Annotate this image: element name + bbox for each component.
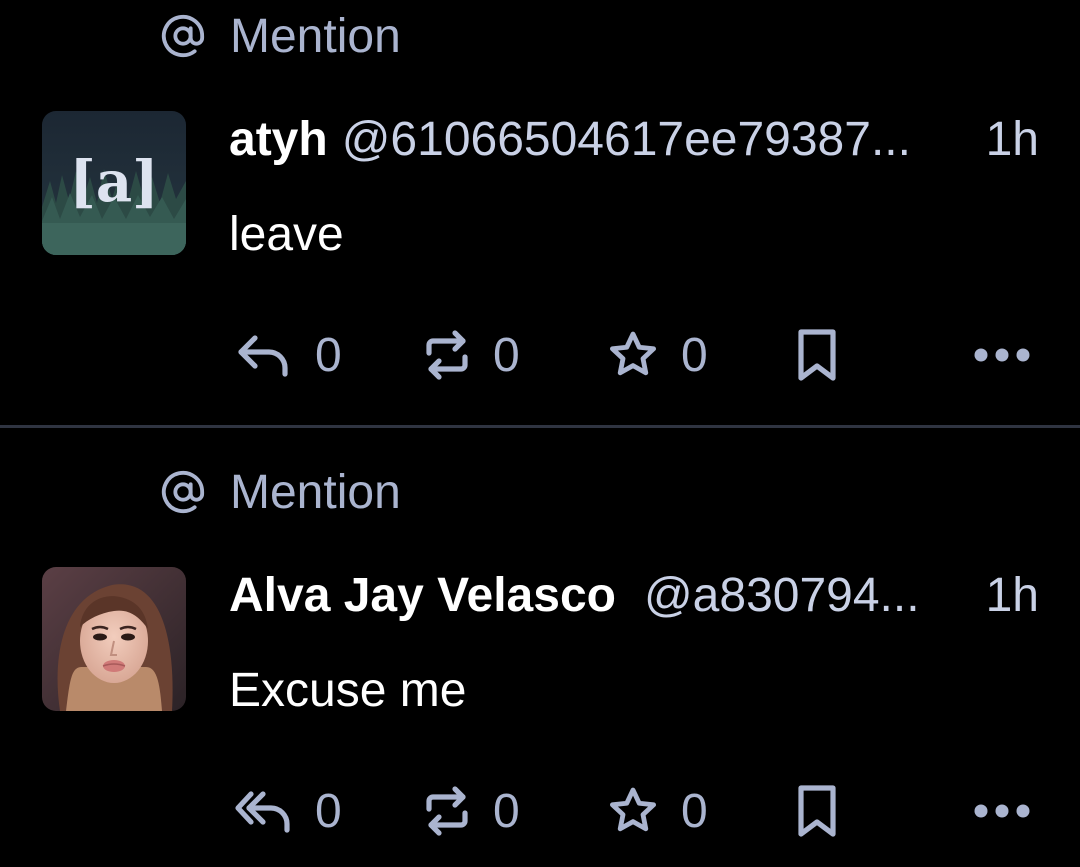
- boost-icon: [423, 785, 471, 837]
- reply-count: 0: [315, 328, 342, 382]
- status-actions: 0 0 0: [229, 781, 1039, 841]
- notification-type: Mention: [160, 462, 401, 522]
- status-header: atyh @61066504617ee79387... 1h: [229, 112, 1039, 167]
- reply-all-icon: [235, 786, 293, 836]
- reply-button[interactable]: 0: [235, 325, 342, 385]
- at-icon: [160, 13, 206, 59]
- notification-item[interactable]: Mention Alva Jay Velasco @a830794... 1h …: [0, 428, 1080, 867]
- display-name[interactable]: atyh: [229, 112, 328, 167]
- favourite-button[interactable]: 0: [607, 781, 708, 841]
- notifications-timeline: Mention [a] atyh @61066504617ee79387...: [0, 0, 1080, 867]
- notification-type: Mention: [160, 6, 401, 66]
- reply-all-button[interactable]: 0: [235, 781, 342, 841]
- at-icon: [160, 469, 206, 515]
- avatar[interactable]: [a]: [42, 111, 186, 255]
- star-icon: [607, 330, 659, 380]
- account-handle[interactable]: @a830794...: [644, 568, 964, 623]
- boost-icon: [423, 329, 471, 381]
- favourite-count: 0: [681, 328, 708, 382]
- star-icon: [607, 786, 659, 836]
- bookmark-button[interactable]: [795, 781, 839, 841]
- account-handle[interactable]: @61066504617ee79387...: [342, 112, 964, 167]
- favourite-button[interactable]: 0: [607, 325, 708, 385]
- avatar-logo-text: [a]: [69, 149, 158, 215]
- more-icon: [973, 347, 1031, 363]
- status-header: Alva Jay Velasco @a830794... 1h: [229, 568, 1039, 623]
- boost-count: 0: [493, 328, 520, 382]
- favourite-count: 0: [681, 784, 708, 838]
- notification-type-label: Mention: [230, 465, 401, 519]
- bookmark-icon: [795, 784, 839, 838]
- more-icon: [973, 803, 1031, 819]
- display-name[interactable]: Alva Jay Velasco: [229, 568, 616, 623]
- reply-icon: [235, 330, 293, 380]
- more-button[interactable]: [973, 781, 1031, 841]
- boost-button[interactable]: 0: [423, 325, 520, 385]
- status-content: leave: [229, 208, 344, 261]
- bookmark-button[interactable]: [795, 325, 839, 385]
- boost-button[interactable]: 0: [423, 781, 520, 841]
- status-content: Excuse me: [229, 664, 467, 717]
- avatar[interactable]: [42, 567, 186, 711]
- timestamp[interactable]: 1h: [986, 112, 1039, 167]
- status-actions: 0 0 0: [229, 325, 1039, 385]
- bookmark-icon: [795, 328, 839, 382]
- timestamp[interactable]: 1h: [986, 568, 1039, 623]
- reply-count: 0: [315, 784, 342, 838]
- boost-count: 0: [493, 784, 520, 838]
- notification-item[interactable]: Mention [a] atyh @61066504617ee79387...: [0, 0, 1080, 426]
- more-button[interactable]: [973, 325, 1031, 385]
- notification-type-label: Mention: [230, 9, 401, 63]
